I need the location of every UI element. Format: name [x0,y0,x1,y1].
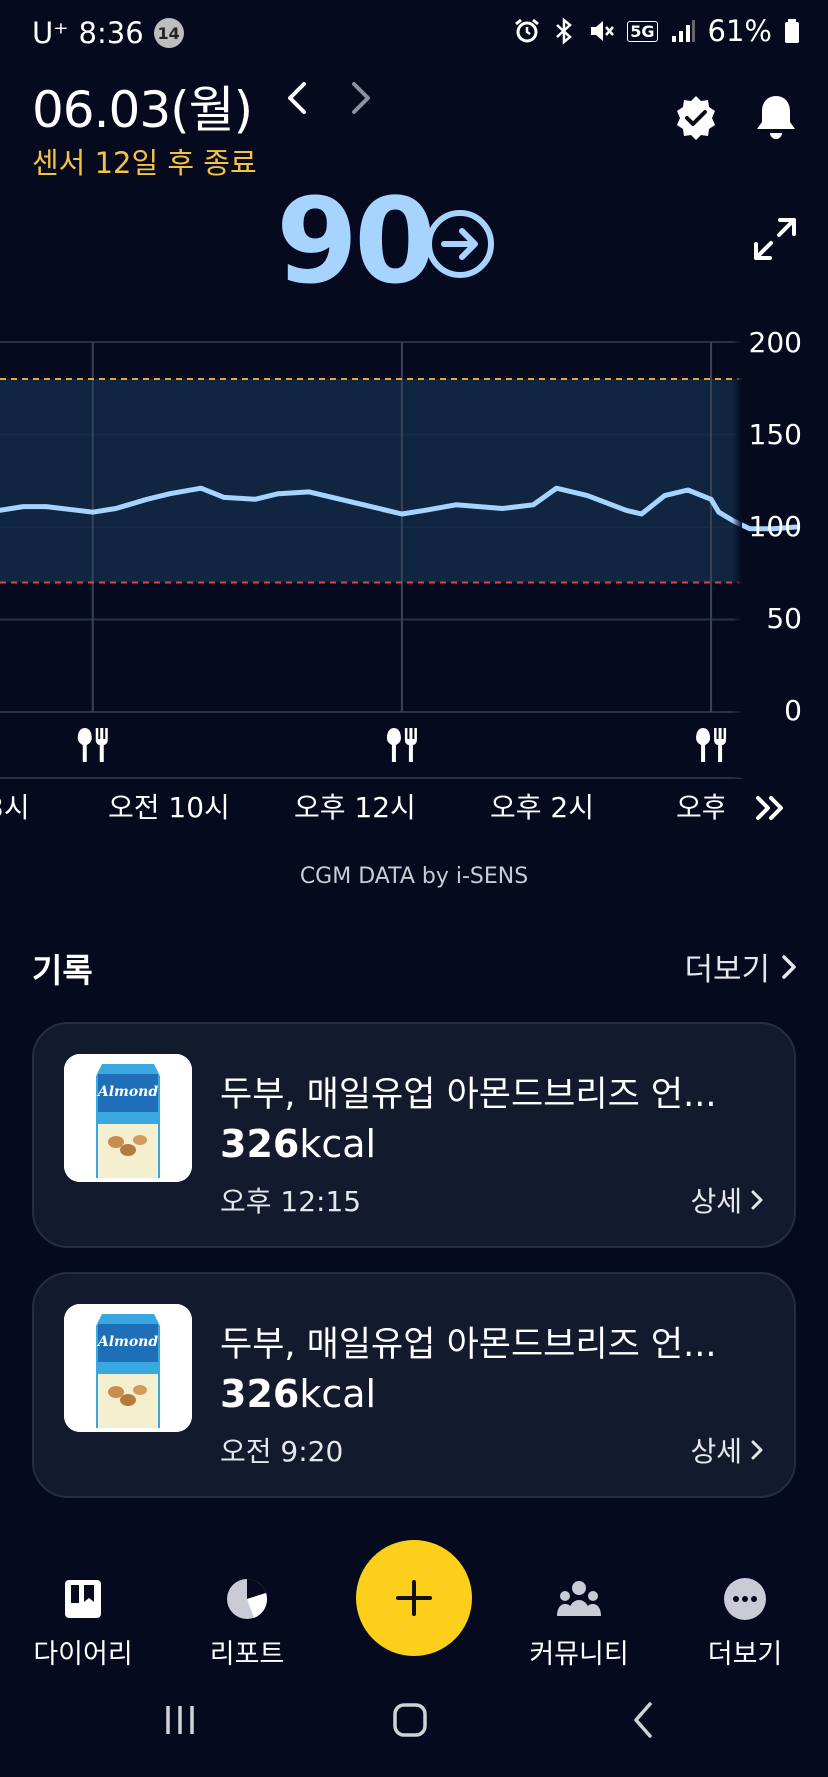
report-pie-icon [227,1579,268,1619]
spoon-shape [77,728,92,762]
meal-marker-icon [77,728,108,762]
thumb-brand-text: Almond [96,1084,159,1100]
system-nav-bar [0,1690,828,1770]
record-kcal-value: 326 [220,1372,300,1416]
bell-icon[interactable] [752,92,800,142]
record-name: 두부, 매일유업 아몬드브리즈 언... [220,1075,717,1115]
x-axis-label: 3시 [0,791,30,824]
bluetooth-icon [556,17,573,45]
record-card[interactable]: Almond 두부, 매일유업 아몬드브리즈 언... 326kcal 오전 9… [32,1272,796,1498]
bottom-nav: 다이어리 리포트 커뮤니티 더보기 [0,1540,828,1670]
x-axis-label: 오후 12시 [294,791,416,824]
records-more-link[interactable]: 더보기 [684,944,798,989]
x-axis-label: 오후 2시 [490,791,594,824]
status-left: U⁺ 8:36 14 [32,16,184,50]
fork-shape [404,728,417,762]
fork-shape [95,728,108,762]
notification-count-badge: 14 [153,18,184,48]
record-kcal: 326kcal [220,1372,376,1416]
carrier-label: U⁺ [32,16,69,50]
record-kcal-value: 326 [220,1122,300,1166]
nav-item-diary[interactable]: 다이어리 [8,1576,158,1671]
y-tick-label: 200 [748,326,802,359]
record-kcal-unit: kcal [299,1122,377,1166]
nav-item-community[interactable]: 커뮤니티 [504,1576,654,1671]
fork-shape [714,728,727,762]
alarm-icon [515,18,540,43]
record-card[interactable]: Almond 두부, 매일유업 아몬드브리즈 언... 326kcal 오후 1… [32,1022,796,1248]
battery-percent: 61% [707,14,772,48]
nav-label-diary: 다이어리 [33,1639,133,1670]
verified-badge-icon[interactable] [672,94,720,142]
food-thumbnail: Almond [64,1054,192,1182]
nav-item-more[interactable]: 더보기 [670,1576,820,1671]
target-range-band [0,379,742,583]
glucose-chart[interactable]: 200 150 100 50 0 3시 오전 10시 오후 12시 오후 2시 … [0,326,828,830]
record-kcal-unit: kcal [299,1372,377,1416]
chevron-right-icon [751,1190,763,1210]
almond-milk-carton-image: Almond [64,1054,192,1182]
nav-label-community: 커뮤니티 [529,1639,629,1670]
record-detail-label: 상세 [690,1435,742,1468]
record-name: 두부, 매일유업 아몬드브리즈 언... [220,1325,717,1365]
spoon-shape [386,728,401,762]
record-detail-label: 상세 [690,1185,742,1218]
glucose-chart-svg [0,330,799,779]
back-button[interactable] [614,1690,674,1750]
recent-apps-button[interactable] [150,1690,210,1750]
battery-icon [785,19,799,43]
almond-milk-carton-image: Almond [64,1304,192,1432]
y-tick-label: 0 [784,694,802,727]
nav-item-report[interactable]: 리포트 [172,1576,322,1671]
record-detail-link[interactable]: 상세 [690,1180,764,1220]
home-icon [393,1703,427,1737]
double-chevron-right-icon[interactable] [752,792,788,824]
app-screen: U⁺ 8:36 14 5G 61% 06.03(월) 센서 12일 후 종료 9… [0,0,828,1777]
chevron-right-icon[interactable] [340,74,380,122]
sensor-expiry-note: 센서 12일 후 종료 [32,146,257,180]
x-axis-label: 오전 10시 [108,791,230,824]
add-record-button[interactable] [356,1540,472,1656]
spoon-shape [696,728,711,762]
plus-icon [396,1580,432,1616]
more-dots-icon [724,1578,766,1620]
record-time: 오전 9:20 [220,1435,344,1468]
nav-label-more: 더보기 [707,1639,783,1670]
thumb-brand-text: Almond [96,1334,159,1350]
records-title: 기록 [32,951,93,990]
food-thumbnail: Almond [64,1304,192,1432]
status-bar: U⁺ 8:36 14 5G 61% [0,0,828,72]
signal-icon [671,20,695,42]
chevron-right-icon [782,954,796,979]
status-right: 5G 61% [513,14,800,48]
cgm-credit: CGM DATA by i-SENS [299,864,529,889]
meal-marker-icon [696,728,727,762]
record-kcal: 326kcal [220,1122,376,1166]
back-icon [634,1702,652,1738]
home-button[interactable] [380,1690,440,1750]
recent-apps-icon [166,1706,194,1734]
glucose-value: 90 [276,172,436,310]
records-more-label: 더보기 [684,952,770,988]
clock: 8:36 [78,16,144,50]
date-title[interactable]: 06.03(월) [32,70,253,142]
meal-marker-icon [386,728,417,762]
record-detail-link[interactable]: 상세 [690,1430,764,1470]
community-icon [557,1581,601,1616]
mute-icon [591,21,615,41]
chart-fade-right [732,330,742,778]
chevron-right-icon [751,1440,763,1460]
x-axis-label: 오후 4시 [676,791,724,824]
expand-icon[interactable] [752,216,798,262]
diary-icon [65,1580,101,1618]
arrow-right-circle-icon [426,210,494,278]
chevron-left-icon[interactable] [278,74,318,122]
network-label: 5G [627,20,658,42]
y-tick-label: 50 [766,602,802,635]
y-tick-label: 100 [748,510,802,543]
record-time: 오후 12:15 [220,1185,362,1218]
nav-label-report: 리포트 [209,1639,285,1670]
y-tick-label: 150 [748,418,802,451]
